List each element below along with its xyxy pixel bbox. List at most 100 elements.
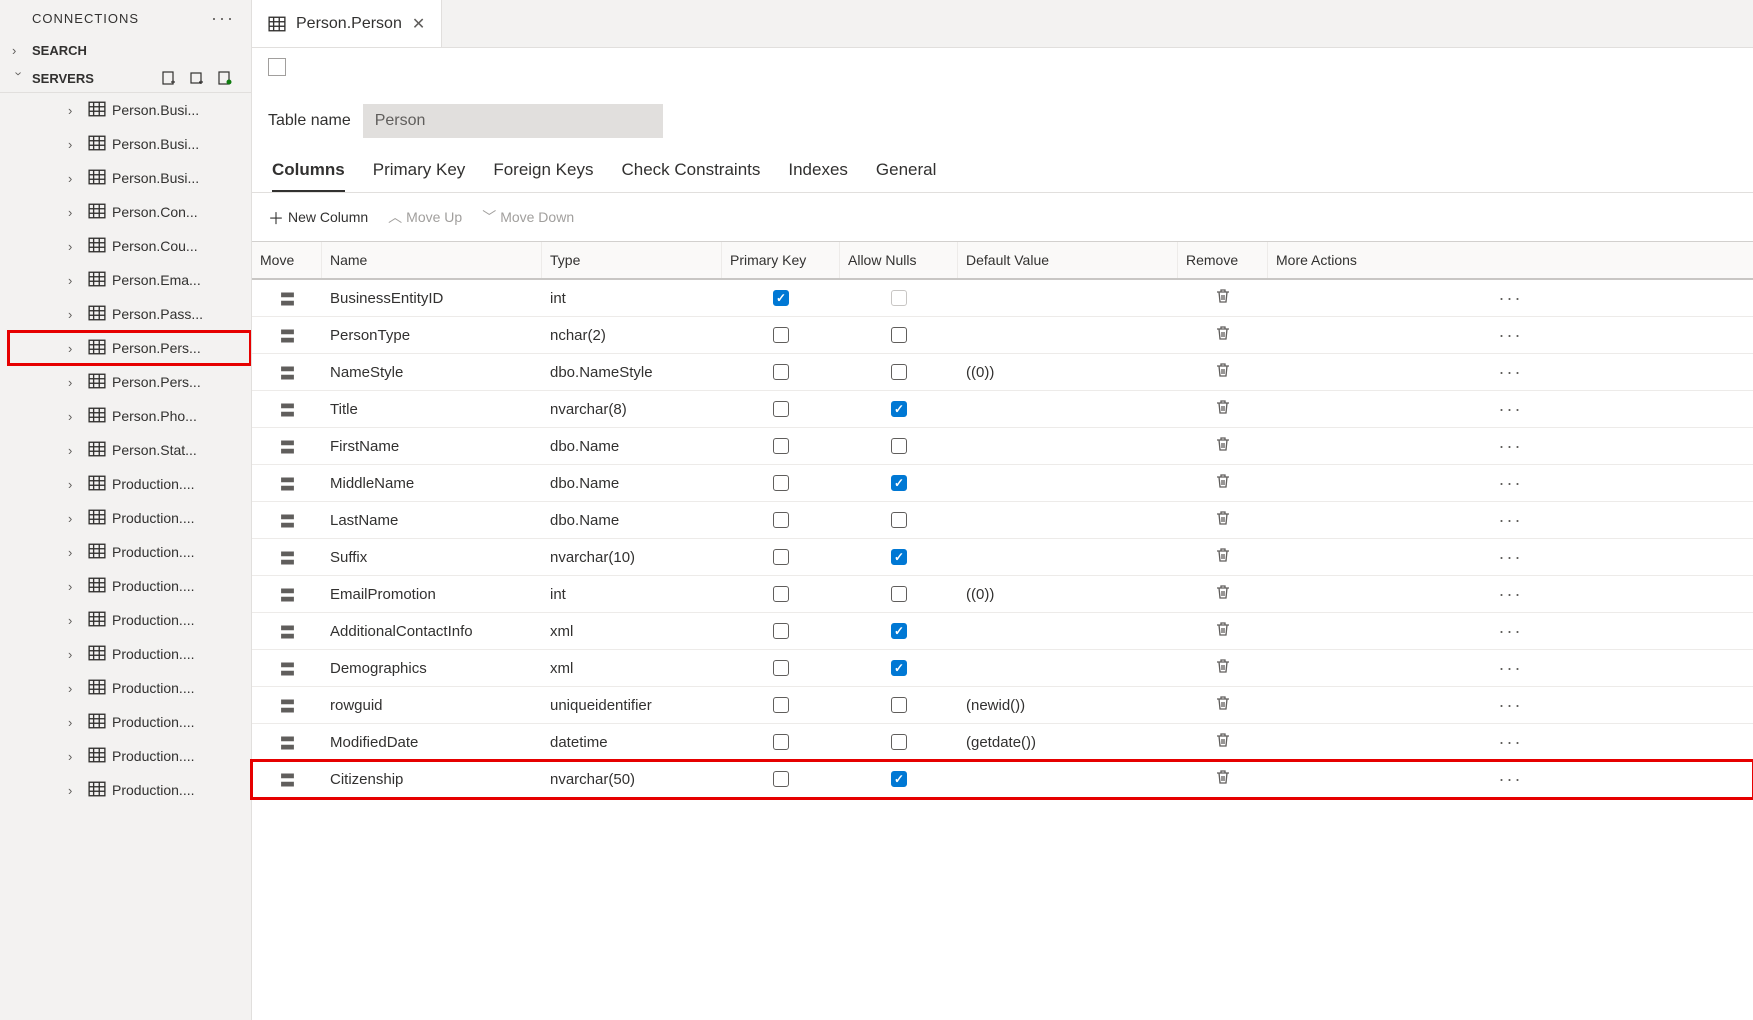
primary-key-checkbox[interactable] — [773, 623, 789, 639]
drag-handle-icon[interactable]: 〓 — [252, 687, 322, 723]
column-name[interactable]: Suffix — [322, 543, 542, 572]
drag-handle-icon[interactable]: 〓 — [252, 280, 322, 316]
default-value[interactable] — [958, 292, 1178, 304]
more-actions-icon[interactable]: ··· — [1499, 547, 1523, 568]
search-section[interactable]: › SEARCH — [0, 37, 251, 64]
trash-icon[interactable] — [1215, 732, 1231, 752]
default-value[interactable] — [958, 662, 1178, 674]
allow-nulls-checkbox[interactable] — [891, 290, 907, 306]
more-actions-icon[interactable]: ··· — [1499, 658, 1523, 679]
editor-tab[interactable]: Person.Person ✕ — [252, 0, 442, 47]
sidebar-item-16[interactable]: ›Production.... — [8, 637, 251, 671]
sidebar-item-13[interactable]: ›Production.... — [8, 535, 251, 569]
allow-nulls-checkbox[interactable] — [891, 697, 907, 713]
default-value[interactable] — [958, 551, 1178, 563]
more-actions-icon[interactable]: ··· — [1499, 473, 1523, 494]
more-actions-icon[interactable]: ··· — [1499, 584, 1523, 605]
column-type[interactable]: datetime — [542, 728, 722, 757]
drag-handle-icon[interactable]: 〓 — [252, 613, 322, 649]
default-value[interactable]: (getdate()) — [958, 728, 1178, 757]
drag-handle-icon[interactable]: 〓 — [252, 354, 322, 390]
column-type[interactable]: nvarchar(10) — [542, 543, 722, 572]
tab-indexes[interactable]: Indexes — [788, 160, 848, 192]
trash-icon[interactable] — [1215, 621, 1231, 641]
trash-icon[interactable] — [1215, 584, 1231, 604]
more-actions-icon[interactable]: ··· — [1499, 621, 1523, 642]
trash-icon[interactable] — [1215, 436, 1231, 456]
default-value[interactable]: (newid()) — [958, 691, 1178, 720]
sidebar-item-19[interactable]: ›Production.... — [8, 739, 251, 773]
column-name[interactable]: ModifiedDate — [322, 728, 542, 757]
sidebar-item-15[interactable]: ›Production.... — [8, 603, 251, 637]
primary-key-checkbox[interactable] — [773, 438, 789, 454]
default-value[interactable] — [958, 477, 1178, 489]
allow-nulls-checkbox[interactable] — [891, 771, 907, 787]
sidebar-item-5[interactable]: ›Person.Ema... — [8, 263, 251, 297]
connect-icon[interactable] — [217, 70, 233, 86]
primary-key-checkbox[interactable] — [773, 734, 789, 750]
trash-icon[interactable] — [1215, 288, 1231, 308]
move-down-button[interactable]: ﹀Move Down — [482, 207, 574, 227]
column-name[interactable]: LastName — [322, 506, 542, 535]
drag-handle-icon[interactable]: 〓 — [252, 539, 322, 575]
sidebar-item-14[interactable]: ›Production.... — [8, 569, 251, 603]
primary-key-checkbox[interactable] — [773, 586, 789, 602]
drag-handle-icon[interactable]: 〓 — [252, 761, 322, 797]
column-name[interactable]: MiddleName — [322, 469, 542, 498]
sidebar-item-8[interactable]: ›Person.Pers... — [8, 365, 251, 399]
default-value[interactable] — [958, 440, 1178, 452]
column-name[interactable]: EmailPromotion — [322, 580, 542, 609]
more-actions-icon[interactable]: ··· — [1499, 695, 1523, 716]
tab-columns[interactable]: Columns — [272, 160, 345, 192]
drag-handle-icon[interactable]: 〓 — [252, 502, 322, 538]
trash-icon[interactable] — [1215, 695, 1231, 715]
tab-check-constraints[interactable]: Check Constraints — [621, 160, 760, 192]
allow-nulls-checkbox[interactable] — [891, 660, 907, 676]
drag-handle-icon[interactable]: 〓 — [252, 465, 322, 501]
sidebar-item-7[interactable]: ›Person.Pers... — [8, 331, 251, 365]
more-actions-icon[interactable]: ··· — [1499, 362, 1523, 383]
sidebar-item-2[interactable]: ›Person.Busi... — [8, 161, 251, 195]
default-value[interactable] — [958, 329, 1178, 341]
allow-nulls-checkbox[interactable] — [891, 364, 907, 380]
drag-handle-icon[interactable]: 〓 — [252, 317, 322, 353]
default-value[interactable]: ((0)) — [958, 580, 1178, 609]
more-actions-icon[interactable]: ··· — [1499, 510, 1523, 531]
drag-handle-icon[interactable]: 〓 — [252, 391, 322, 427]
more-actions-icon[interactable]: ··· — [1499, 325, 1523, 346]
primary-key-checkbox[interactable] — [773, 475, 789, 491]
sidebar-item-0[interactable]: ›Person.Busi... — [8, 93, 251, 127]
primary-key-checkbox[interactable] — [773, 771, 789, 787]
trash-icon[interactable] — [1215, 399, 1231, 419]
connections-more-icon[interactable]: ··· — [211, 8, 235, 29]
new-column-button[interactable]: ＋New Column — [268, 205, 368, 229]
more-actions-icon[interactable]: ··· — [1499, 288, 1523, 309]
sidebar-item-18[interactable]: ›Production.... — [8, 705, 251, 739]
trash-icon[interactable] — [1215, 325, 1231, 345]
default-value[interactable]: ((0)) — [958, 358, 1178, 387]
column-type[interactable]: dbo.Name — [542, 469, 722, 498]
primary-key-checkbox[interactable] — [773, 364, 789, 380]
allow-nulls-checkbox[interactable] — [891, 512, 907, 528]
sidebar-item-9[interactable]: ›Person.Pho... — [8, 399, 251, 433]
drag-handle-icon[interactable]: 〓 — [252, 428, 322, 464]
close-icon[interactable]: ✕ — [412, 14, 425, 34]
column-name[interactable]: Title — [322, 395, 542, 424]
allow-nulls-checkbox[interactable] — [891, 586, 907, 602]
new-connection-icon[interactable] — [161, 70, 177, 86]
drag-handle-icon[interactable]: 〓 — [252, 650, 322, 686]
tab-foreign-keys[interactable]: Foreign Keys — [493, 160, 593, 192]
column-type[interactable]: nvarchar(50) — [542, 765, 722, 794]
sidebar-item-4[interactable]: ›Person.Cou... — [8, 229, 251, 263]
primary-key-checkbox[interactable] — [773, 290, 789, 306]
column-name[interactable]: PersonType — [322, 321, 542, 350]
more-actions-icon[interactable]: ··· — [1499, 436, 1523, 457]
more-actions-icon[interactable]: ··· — [1499, 399, 1523, 420]
primary-key-checkbox[interactable] — [773, 401, 789, 417]
sidebar-item-10[interactable]: ›Person.Stat... — [8, 433, 251, 467]
column-type[interactable]: xml — [542, 654, 722, 683]
default-value[interactable] — [958, 773, 1178, 785]
sidebar-item-12[interactable]: ›Production.... — [8, 501, 251, 535]
drag-handle-icon[interactable]: 〓 — [252, 724, 322, 760]
column-type[interactable]: int — [542, 580, 722, 609]
